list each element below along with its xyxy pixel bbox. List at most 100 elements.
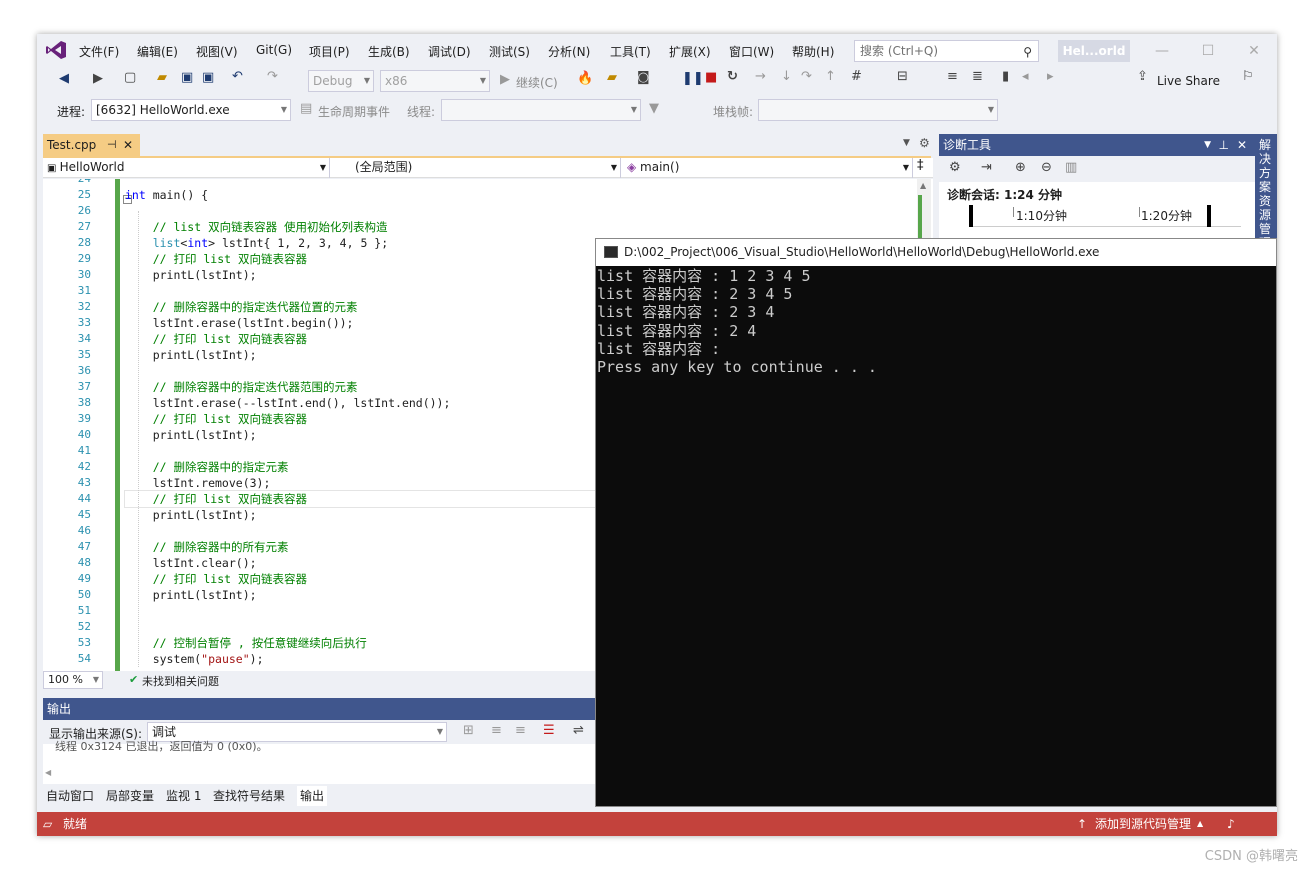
close-window-icon[interactable]: ✕: [1239, 40, 1269, 62]
tab-test-cpp[interactable]: Test.cpp ⊣ ✕: [43, 134, 140, 156]
menu-debug[interactable]: 调试(D): [428, 43, 471, 60]
comment-icon[interactable]: ≡: [947, 69, 958, 84]
menu-file[interactable]: 文件(F): [79, 43, 119, 60]
split-editor-icon[interactable]: ‡: [917, 158, 924, 173]
next-message-icon[interactable]: ≡: [515, 723, 526, 738]
stack-frame-select[interactable]: ▼: [758, 99, 998, 121]
console-window[interactable]: D:\002_Project\006_Visual_Studio\HelloWo…: [595, 238, 1277, 807]
screenshot-icon[interactable]: ◙: [637, 70, 650, 85]
bookmark-icon[interactable]: ▮: [1002, 69, 1009, 84]
filter-icon[interactable]: ▼: [649, 101, 659, 116]
menu-extensions[interactable]: 扩展(X): [669, 43, 711, 60]
redo-icon[interactable]: ↷: [267, 69, 278, 84]
add-to-source-control-button[interactable]: 添加到源代码管理: [1095, 812, 1191, 836]
play-icon[interactable]: ▶: [500, 72, 510, 87]
menu-help[interactable]: 帮助(H): [792, 43, 834, 60]
pin-icon[interactable]: ⊣: [107, 134, 117, 156]
menu-project[interactable]: 项目(P): [309, 43, 350, 60]
new-item-icon[interactable]: ▢: [124, 70, 136, 85]
maximize-icon[interactable]: ☐: [1193, 40, 1223, 62]
next-bookmark-icon[interactable]: ▸: [1047, 69, 1054, 84]
pause-icon[interactable]: ❚❚: [682, 71, 704, 86]
menu-edit[interactable]: 编辑(E): [137, 43, 178, 60]
scroll-left-icon[interactable]: ◀: [45, 768, 51, 777]
step-over-icon[interactable]: ↷: [801, 69, 812, 84]
save-icon[interactable]: ▣: [181, 70, 193, 85]
restart-icon[interactable]: ↻: [727, 69, 738, 84]
reset-view-icon[interactable]: ▥: [1065, 160, 1077, 175]
timeline-ruler[interactable]: 1:10分钟 1:20分钟: [969, 205, 1241, 227]
chevron-up-icon[interactable]: ▲: [1197, 812, 1203, 836]
tab-dropdown-icon[interactable]: ▼: [903, 138, 910, 148]
close-panel-icon[interactable]: ✕: [1237, 134, 1247, 156]
menu-tools[interactable]: 工具(T): [610, 43, 651, 60]
platform-select[interactable]: x86 ▼: [380, 70, 490, 92]
undo-icon[interactable]: ↶: [232, 69, 243, 84]
tab-output[interactable]: 输出: [297, 786, 328, 806]
select-tools-icon[interactable]: ⇥: [981, 160, 992, 175]
line-number: 50: [77, 588, 91, 601]
solution-title-badge[interactable]: Hel...orld: [1058, 40, 1130, 62]
zoom-in-icon[interactable]: ⊕: [1015, 160, 1026, 175]
zoom-out-icon[interactable]: ⊖: [1041, 160, 1052, 175]
pin-icon[interactable]: ⊥: [1219, 134, 1229, 156]
close-tab-icon[interactable]: ✕: [123, 134, 133, 156]
code-line: // 删除容器中的指定元素: [125, 460, 289, 474]
notification-bell-icon[interactable]: ♪: [1227, 812, 1235, 836]
menu-analyze[interactable]: 分析(N): [548, 43, 590, 60]
navigate-forward-icon[interactable]: ▶: [93, 71, 103, 86]
show-next-statement-icon[interactable]: →: [755, 69, 766, 84]
uncomment-icon[interactable]: ≣: [972, 69, 983, 84]
console-title-bar[interactable]: D:\002_Project\006_Visual_Studio\HelloWo…: [596, 239, 1276, 266]
code-line: // 打印 list 双向链表容器: [125, 412, 308, 426]
menu-view[interactable]: 视图(V): [196, 43, 238, 60]
menu-git[interactable]: Git(G): [256, 43, 292, 57]
process-select[interactable]: [6632] HelloWorld.exe ▼: [91, 99, 291, 121]
settings-gear-icon[interactable]: ⚙: [949, 160, 961, 175]
prev-bookmark-icon[interactable]: ◂: [1022, 69, 1029, 84]
tab-locals[interactable]: 局部变量: [103, 786, 157, 806]
live-share-button[interactable]: Live Share: [1157, 74, 1220, 88]
feedback-icon[interactable]: ⚐: [1242, 69, 1254, 84]
step-out-icon[interactable]: ↑: [825, 69, 836, 84]
continue-button[interactable]: 继续(C): [516, 74, 558, 91]
previous-message-icon[interactable]: ≡: [491, 723, 502, 738]
word-wrap-icon[interactable]: ⇌: [573, 723, 584, 738]
tab-find-symbol-results[interactable]: 查找符号结果: [210, 786, 288, 806]
function-select[interactable]: ◈ main() ▼: [623, 158, 913, 178]
stop-icon[interactable]: ■: [705, 70, 717, 85]
panel-dropdown-icon[interactable]: ▼: [1204, 134, 1211, 156]
zoom-select[interactable]: 100 % ▼: [43, 671, 103, 689]
minimize-icon[interactable]: —: [1147, 40, 1177, 62]
lifecycle-events-button[interactable]: 生命周期事件: [318, 103, 390, 120]
find-in-output-icon[interactable]: ⊞: [463, 723, 474, 738]
menu-window[interactable]: 窗口(W): [729, 43, 774, 60]
scope-select[interactable]: (全局范围) ▼: [331, 158, 621, 178]
thread-select[interactable]: ▼: [441, 99, 641, 121]
code-line: // 打印 list 双向链表容器: [125, 572, 308, 586]
hex-display-icon[interactable]: #: [851, 69, 862, 84]
tab-autos[interactable]: 自动窗口: [43, 786, 97, 806]
hot-reload-icon[interactable]: 🔥: [577, 71, 593, 86]
project-navigation-select[interactable]: ▣ HelloWorld ▼: [43, 158, 330, 178]
scroll-up-icon[interactable]: ▲: [920, 181, 926, 190]
navigate-back-icon[interactable]: ◀: [59, 71, 69, 86]
diagnostic-tools-title: 诊断工具: [943, 138, 992, 152]
gear-icon[interactable]: ⚙: [919, 136, 930, 150]
menu-test[interactable]: 测试(S): [489, 43, 530, 60]
console-title: D:\002_Project\006_Visual_Studio\HelloWo…: [624, 245, 1100, 259]
live-share-icon[interactable]: ⇪: [1137, 69, 1148, 84]
search-box[interactable]: 搜索 (Ctrl+Q) ⚲: [854, 40, 1039, 62]
clear-all-icon[interactable]: ☰: [543, 723, 555, 738]
configuration-select[interactable]: Debug ▼: [308, 70, 374, 92]
browse-icon[interactable]: ▰: [607, 70, 617, 85]
save-all-icon[interactable]: ▣: [202, 70, 214, 85]
visual-studio-logo-icon: [46, 41, 66, 59]
tab-watch-1[interactable]: 监视 1: [163, 786, 204, 806]
menu-bar: 文件(F) 编辑(E) 视图(V) Git(G) 项目(P) 生成(B) 调试(…: [37, 34, 1277, 66]
open-folder-icon[interactable]: ▰: [157, 70, 167, 85]
step-into-icon[interactable]: ↓: [781, 69, 792, 84]
breakpoint-icon[interactable]: ⊟: [897, 69, 908, 84]
menu-build[interactable]: 生成(B): [368, 43, 410, 60]
issues-status[interactable]: 未找到相关问题: [142, 673, 219, 689]
